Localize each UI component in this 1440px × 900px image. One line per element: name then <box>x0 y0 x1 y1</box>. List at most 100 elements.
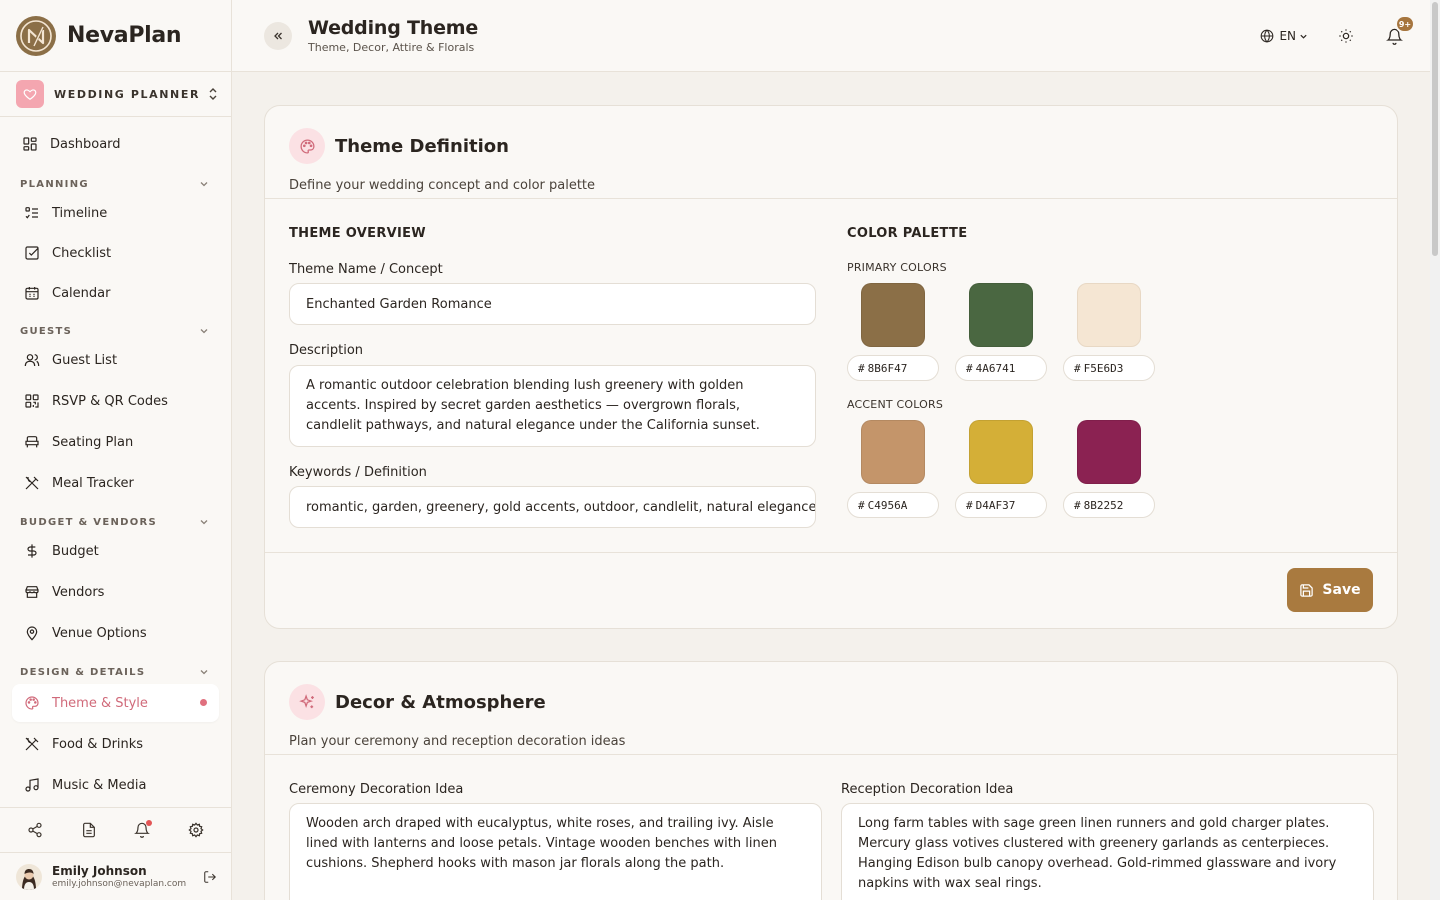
sidebar-item-guest-list[interactable]: Guest List <box>12 341 219 379</box>
chevron-down-icon <box>200 520 208 525</box>
sidebar-item-meal-tracker[interactable]: Meal Tracker <box>12 464 219 502</box>
save-button[interactable]: Save <box>1287 568 1373 612</box>
sidebar-item-rsvp-qr[interactable]: RSVP & QR Codes <box>12 382 219 420</box>
logout-icon[interactable] <box>203 870 217 884</box>
sidebar-item-label: Seating Plan <box>52 434 134 450</box>
chevrons-left-icon <box>274 32 282 39</box>
scrollbar-thumb[interactable] <box>1432 2 1438 256</box>
top-header: Wedding Theme Theme, Decor, Attire & Flo… <box>232 0 1430 72</box>
qr-code-icon <box>25 394 39 408</box>
map-pin-icon <box>26 626 38 641</box>
divider <box>265 754 1397 755</box>
primary-hex-input[interactable]: #8B6F47 <box>847 355 939 381</box>
page-scrollbar[interactable] <box>1430 0 1440 900</box>
sidebar-item-label: Music & Media <box>52 777 147 793</box>
sidebar-item-calendar[interactable]: Calendar <box>12 274 219 312</box>
document-icon <box>82 822 95 838</box>
accent-color-swatch[interactable] <box>969 420 1033 484</box>
hex-value: 8B6F47 <box>867 361 908 375</box>
sidebar-item-label: Food & Drinks <box>52 736 144 752</box>
ceremony-decoration-textarea[interactable]: Wooden arch draped with eucalyptus, whit… <box>289 803 822 900</box>
language-selector[interactable]: EN <box>1252 18 1316 54</box>
section-title: BUDGET & VENDORS <box>20 516 158 528</box>
dashboard-icon <box>23 137 37 151</box>
sidebar-item-seating-plan[interactable]: Seating Plan <box>12 423 219 461</box>
utensils-crossed-icon <box>25 737 39 751</box>
timeline-icon <box>25 207 38 219</box>
sidebar-item-dashboard[interactable]: Dashboard <box>12 125 219 163</box>
sidebar-item-venue-options[interactable]: Venue Options <box>12 614 219 652</box>
primary-color-swatch[interactable] <box>861 283 925 347</box>
section-guests[interactable]: GUESTS <box>12 321 219 341</box>
primary-color-swatch[interactable] <box>1077 283 1141 347</box>
store-icon <box>25 586 39 598</box>
theme-overview-title: THEME OVERVIEW <box>289 226 426 241</box>
sun-icon <box>1339 29 1353 43</box>
accent-hex-input[interactable]: # C4956A <box>847 492 939 518</box>
sidebar-item-label: Timeline <box>52 205 108 221</box>
accent-color-swatch[interactable] <box>861 420 925 484</box>
header-notifications-button[interactable]: 9+ <box>1376 15 1415 54</box>
sidebar-item-timeline[interactable]: Timeline <box>12 194 219 232</box>
sidebar-item-budget[interactable]: Budget <box>12 532 219 570</box>
card-title: Theme Definition <box>335 135 509 157</box>
reception-decoration-label: Reception Decoration Idea <box>841 782 1014 797</box>
keywords-input[interactable]: romantic, garden, greenery, gold accents… <box>289 486 816 528</box>
workspace-switcher[interactable]: WEDDING PLANNER <box>0 72 231 117</box>
sidebar-item-theme-style[interactable]: Theme & Style <box>12 684 219 722</box>
accent-hex-input[interactable]: # D4AF37 <box>955 492 1047 518</box>
palette-icon <box>25 696 39 710</box>
description-textarea[interactable]: A romantic outdoor celebration blending … <box>289 365 816 447</box>
ceremony-decoration-label: Ceremony Decoration Idea <box>289 782 464 797</box>
language-label: EN <box>1279 29 1296 43</box>
music-icon <box>25 778 39 792</box>
description-label: Description <box>289 343 364 358</box>
logo-icon <box>16 15 56 56</box>
section-planning[interactable]: PLANNING <box>12 174 219 194</box>
section-design-details[interactable]: DESIGN & DETAILS <box>12 662 219 682</box>
chevron-updown-icon <box>209 88 217 100</box>
section-budget-vendors[interactable]: BUDGET & VENDORS <box>12 512 219 532</box>
chevron-down-icon <box>200 329 208 334</box>
divider <box>265 552 1397 553</box>
settings-button[interactable] <box>181 815 211 845</box>
sidebar-item-label: Calendar <box>52 285 111 301</box>
sidebar-item-label: Vendors <box>52 584 105 600</box>
page-subtitle: Theme, Decor, Attire & Florals <box>308 41 475 54</box>
collapse-sidebar-button[interactable] <box>264 21 292 50</box>
sidebar-item-music-media[interactable]: Music & Media <box>12 766 219 804</box>
utensils-crossed-icon <box>25 476 39 490</box>
keywords-label: Keywords / Definition <box>289 465 427 480</box>
save-label: Save <box>1322 582 1361 598</box>
globe-icon <box>1261 29 1274 43</box>
page-title: Wedding Theme <box>308 17 479 39</box>
accent-color-swatch[interactable] <box>1077 420 1141 484</box>
share-button[interactable] <box>20 815 50 845</box>
sparkles-icon <box>289 684 325 720</box>
sidebar-item-vendors[interactable]: Vendors <box>12 573 219 611</box>
users-icon <box>24 354 40 367</box>
avatar <box>16 863 42 890</box>
user-email: emily.johnson@nevaplan.com <box>52 879 187 889</box>
sidebar-item-label: RSVP & QR Codes <box>52 393 168 409</box>
brand[interactable]: NevaPlan <box>0 0 231 72</box>
notifications-button[interactable] <box>127 815 157 845</box>
card-title: Decor & Atmosphere <box>335 691 546 713</box>
user-name: Emily Johnson <box>52 864 147 878</box>
palette-icon <box>289 128 325 164</box>
hex-value: 8B2252 <box>1083 498 1124 512</box>
reception-decoration-textarea[interactable]: Long farm tables with sage green linen r… <box>841 803 1374 900</box>
user-profile[interactable]: Emily Johnson emily.johnson@nevaplan.com <box>0 852 231 900</box>
primary-hex-input[interactable]: # F5E6D3 <box>1063 355 1155 381</box>
documents-button[interactable] <box>74 815 104 845</box>
primary-color-swatch[interactable] <box>969 283 1033 347</box>
sidebar-item-food-drinks[interactable]: Food & Drinks <box>12 725 219 763</box>
active-indicator <box>200 699 207 706</box>
accent-hex-input[interactable]: #8B2252 <box>1063 492 1155 518</box>
card-subtitle: Define your wedding concept and color pa… <box>289 178 596 193</box>
theme-name-input[interactable]: Enchanted Garden Romance <box>289 283 816 325</box>
calendar-icon <box>25 287 39 300</box>
primary-hex-input[interactable]: #4A6741 <box>955 355 1047 381</box>
sidebar-item-checklist[interactable]: Checklist <box>12 234 219 272</box>
theme-toggle-button[interactable] <box>1328 18 1364 54</box>
